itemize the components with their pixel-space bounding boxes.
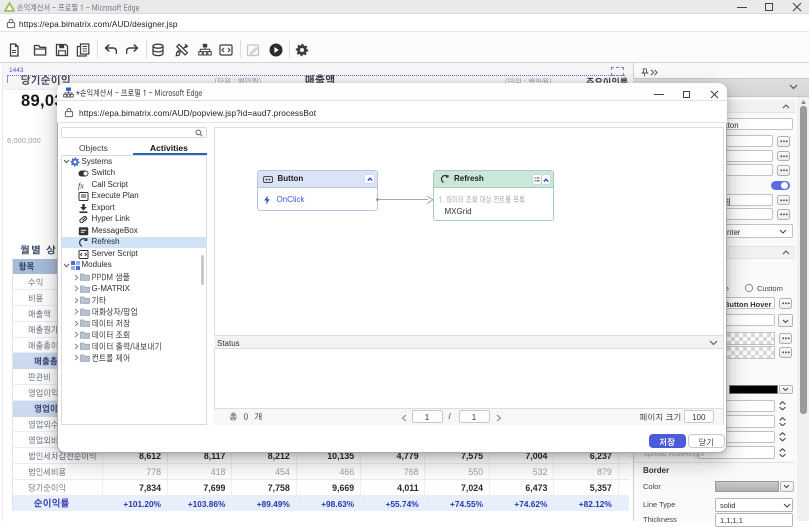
svg-text:fx: fx [78,181,84,190]
